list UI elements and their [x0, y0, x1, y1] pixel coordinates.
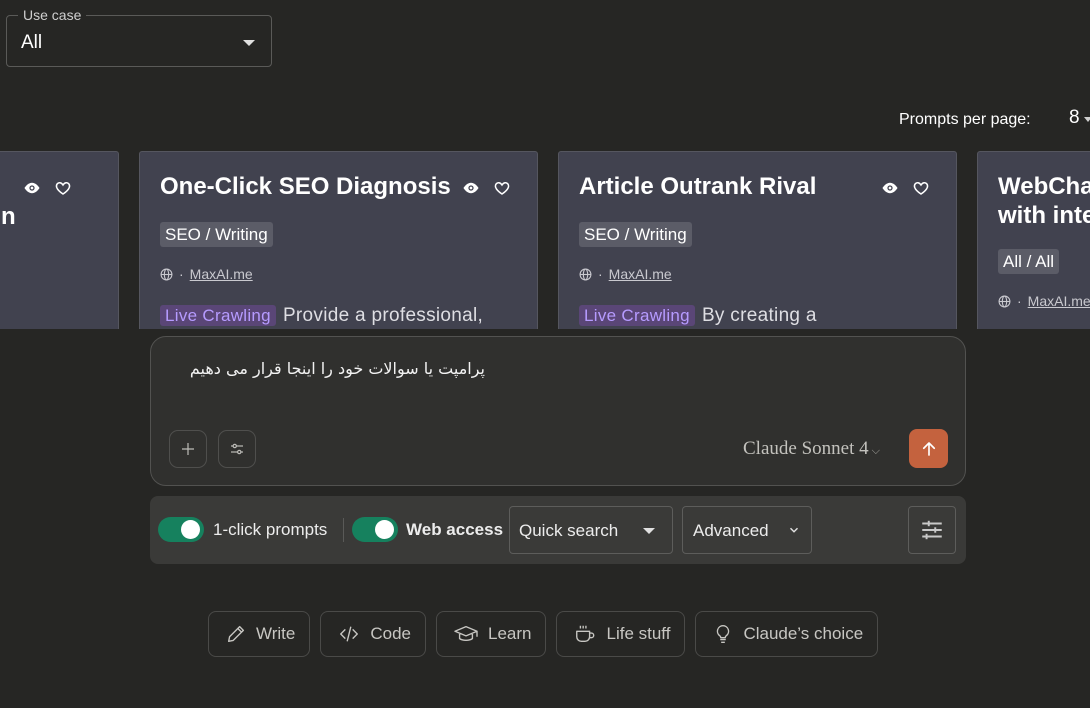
suggestion-chips: Write Code Learn Life stuff Claude’s cho… — [208, 611, 879, 657]
search-mode-select[interactable]: Quick search — [509, 506, 673, 554]
prompt-input[interactable]: پرامپت یا سوالات خود را اینجا قرار می ده… — [190, 359, 485, 378]
model-name: Claude Sonnet 4 — [743, 438, 869, 459]
one-click-prompts-toggle[interactable] — [158, 517, 204, 542]
heart-icon[interactable] — [493, 179, 511, 197]
category-tag: SEO / Writing — [579, 222, 692, 247]
pencil-icon — [227, 625, 245, 643]
card-actions — [462, 179, 511, 197]
chip-learn[interactable]: Learn — [436, 611, 547, 657]
heart-icon[interactable] — [912, 179, 930, 197]
settings-button[interactable] — [908, 506, 956, 554]
globe-icon — [160, 268, 173, 280]
card-title: One-Click SEO Diagnosis — [160, 173, 451, 200]
source-link[interactable]: MaxAI.me — [190, 266, 253, 282]
prompt-input-box[interactable]: پرامپت یا سوالات خود را اینجا قرار می ده… — [150, 336, 966, 486]
chevron-down-icon — [789, 527, 799, 533]
chip-label: Learn — [488, 624, 532, 643]
eye-icon[interactable] — [462, 179, 480, 197]
card-description: Live Crawling Provide a professional, — [160, 305, 483, 327]
caret-down-icon — [243, 40, 255, 46]
model-selector[interactable]: Claude Sonnet 4 ⌵ — [743, 438, 880, 460]
prompt-cards-carousel: n One-Click SEO Diagnosis SEO / Writing … — [0, 151, 1090, 329]
chip-label: Claude’s choice — [743, 624, 864, 643]
advanced-label: Advanced — [693, 521, 769, 540]
card-source: · MaxAI.me — [579, 266, 672, 282]
advanced-select[interactable]: Advanced — [682, 506, 812, 554]
prompt-card[interactable]: n — [0, 151, 119, 329]
globe-icon — [998, 295, 1011, 307]
live-crawling-badge: Live Crawling — [160, 305, 276, 326]
source-link[interactable]: MaxAI.me — [1028, 293, 1090, 309]
category-tag: All / All — [998, 249, 1060, 274]
card-title: Article Outrank Rival — [579, 173, 817, 200]
tools-button[interactable] — [218, 430, 256, 468]
add-attachment-button[interactable] — [169, 430, 207, 468]
one-click-prompts-label: 1-click prompts — [213, 520, 328, 539]
live-crawling-badge: Live Crawling — [579, 305, 695, 326]
code-icon — [340, 626, 359, 642]
lightbulb-icon — [717, 625, 730, 643]
chevron-down-icon: ⌵ — [871, 445, 880, 457]
tune-icon — [922, 520, 942, 540]
caret-down-icon — [1084, 117, 1090, 122]
chip-code[interactable]: Code — [320, 611, 426, 657]
chip-label: Life stuff — [606, 624, 671, 643]
card-title: WebChat with inte — [998, 172, 1090, 230]
use-case-select[interactable]: Use case All — [6, 6, 272, 67]
arrow-up-icon — [922, 441, 935, 456]
use-case-legend: Use case — [18, 6, 87, 24]
graduation-cap-icon — [454, 625, 478, 641]
chip-write[interactable]: Write — [208, 611, 311, 657]
card-title: n — [1, 203, 16, 230]
use-case-value: All — [21, 32, 43, 53]
heart-icon[interactable] — [54, 179, 72, 197]
card-actions — [23, 179, 72, 197]
prompt-card[interactable]: One-Click SEO Diagnosis SEO / Writing · … — [139, 151, 538, 329]
chip-life-stuff[interactable]: Life stuff — [556, 611, 686, 657]
send-button[interactable] — [909, 429, 948, 468]
chip-claudes-choice[interactable]: Claude’s choice — [695, 611, 879, 657]
card-title-line-2: with inte — [998, 202, 1090, 229]
card-description-text: By creating a — [701, 305, 817, 326]
source-link[interactable]: MaxAI.me — [609, 266, 672, 282]
globe-icon — [579, 268, 592, 280]
card-source: · MaxAI.me — [160, 266, 253, 282]
eye-icon[interactable] — [881, 179, 899, 197]
card-title-line-1: WebChat — [998, 173, 1090, 200]
eye-icon[interactable] — [23, 179, 41, 197]
chip-label: Code — [370, 624, 411, 643]
extension-toolbar: 1-click prompts Web access Quick search … — [150, 496, 966, 564]
chip-label: Write — [256, 624, 296, 643]
card-description-text: Provide a professional, — [282, 305, 484, 326]
web-access-label: Web access — [406, 520, 504, 539]
prompt-card[interactable]: WebChat with inte All / All · MaxAI.me — [977, 151, 1090, 329]
sliders-icon — [231, 443, 243, 455]
prompts-per-page-label: Prompts per page: — [899, 111, 1031, 128]
caret-down-icon — [643, 528, 655, 534]
plus-icon — [182, 443, 194, 455]
divider — [343, 518, 344, 542]
card-source: · MaxAI.me — [998, 293, 1090, 309]
search-mode-value: Quick search — [519, 521, 619, 540]
coffee-cup-icon — [576, 625, 595, 643]
web-access-toggle[interactable] — [352, 517, 398, 542]
card-actions — [881, 179, 930, 197]
category-tag: SEO / Writing — [160, 222, 273, 247]
prompts-per-page-select[interactable]: 8 — [1069, 107, 1080, 129]
card-description: Live Crawling By creating a — [579, 305, 817, 327]
prompt-card[interactable]: Article Outrank Rival SEO / Writing · Ma… — [558, 151, 957, 329]
